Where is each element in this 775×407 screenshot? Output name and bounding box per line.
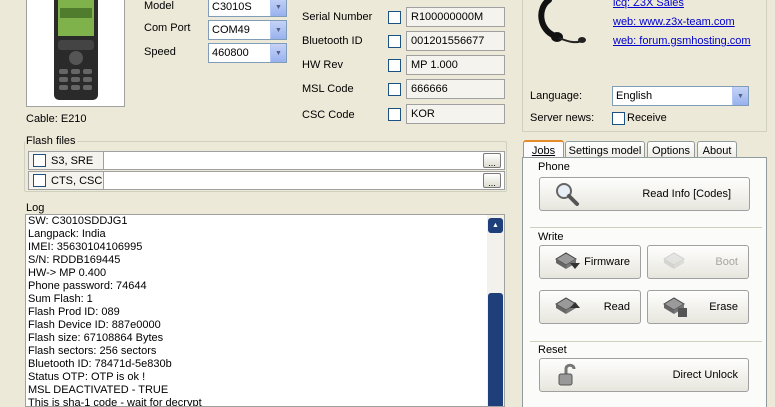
read-info-label: Read Info [Codes]: [642, 188, 731, 200]
language-select-value: English: [616, 90, 653, 102]
msl-code-field[interactable]: 666666: [406, 79, 505, 99]
read-button[interactable]: Read: [539, 290, 641, 324]
phone-section-title: Phone: [538, 161, 570, 173]
log-title: Log: [25, 202, 46, 214]
forum-link[interactable]: web: forum.gsmhosting.com: [613, 35, 751, 47]
log-line: Bluetooth ID: 78471d-5e830b: [28, 358, 172, 370]
speed-select-value: 460800: [212, 47, 249, 59]
server-news-label: Server news:: [530, 112, 595, 124]
speed-label: Speed: [144, 46, 176, 58]
log-line: Langpack: India: [28, 228, 106, 240]
divider: [530, 227, 762, 228]
flash-file-name: S3, SRE: [29, 152, 104, 169]
log-line: Flash Prod ID: 089: [28, 306, 120, 318]
language-select[interactable]: English ▼: [612, 86, 749, 106]
reset-section-title: Reset: [538, 344, 567, 356]
read-info-button[interactable]: Read Info [Codes]: [539, 177, 750, 211]
direct-unlock-button[interactable]: Direct Unlock: [539, 358, 749, 392]
log-line: Status OTP: OTP is ok !: [28, 371, 146, 383]
flash-file-checkbox[interactable]: [33, 174, 46, 187]
hw-rev-label: HW Rev: [302, 59, 343, 71]
comport-select-value: COM49: [212, 24, 250, 36]
language-label: Language:: [530, 90, 582, 102]
log-line: Flash size: 67108864 Bytes: [28, 332, 164, 344]
csc-code-checkbox[interactable]: [388, 108, 401, 121]
phone-image: [54, 0, 98, 100]
comport-label: Com Port: [144, 22, 191, 34]
flash-file-checkbox[interactable]: [33, 154, 46, 167]
scroll-thumb[interactable]: [488, 293, 503, 406]
model-select[interactable]: C3010S ▼: [208, 0, 287, 17]
log-panel[interactable]: SW: C3010SDDJG1 Langpack: India IMEI: 3563…: [25, 214, 505, 407]
write-section-title: Write: [538, 231, 564, 243]
log-line: IMEI: 35630104106995: [28, 241, 143, 253]
flash-file-label: CTS, CSC: [51, 174, 103, 187]
log-line: Sum Flash: 1: [28, 293, 93, 305]
comport-select[interactable]: COM49 ▼: [208, 20, 287, 40]
phone-image-box: [26, 0, 125, 107]
log-text: SW: C3010SDDJG1 Langpack: India IMEI: 3563…: [26, 215, 504, 407]
cable-label: Cable: E210: [26, 113, 87, 125]
firmware-button[interactable]: Firmware: [539, 245, 641, 279]
flash-file-row: S3, SRE ...: [28, 151, 505, 170]
log-line: HW-> MP 0.400: [28, 267, 107, 279]
read-chip-icon: [552, 294, 582, 320]
headset-logo-icon: [535, 0, 587, 48]
boot-label: Boot: [715, 256, 738, 268]
erase-chip-icon: [660, 294, 690, 320]
divider: [530, 341, 762, 342]
padlock-icon: [552, 362, 582, 388]
write-chip-icon: [552, 249, 582, 275]
magnifier-icon: [552, 181, 582, 207]
model-label: Model: [144, 0, 174, 12]
chevron-down-icon[interactable]: ▼: [270, 0, 286, 16]
scroll-up-icon[interactable]: ▲: [488, 218, 503, 233]
boot-chip-icon: [660, 249, 690, 275]
bluetooth-id-label: Bluetooth ID: [302, 35, 363, 47]
msl-code-label: MSL Code: [302, 83, 354, 95]
log-line: MSL DEACTIVATED - TRUE: [28, 384, 169, 396]
log-line: Phone password: 74644: [28, 280, 147, 292]
erase-label: Erase: [709, 301, 738, 313]
browse-button[interactable]: ...: [483, 173, 501, 188]
csc-code-field[interactable]: KOR: [406, 104, 505, 124]
website-link[interactable]: web: www.z3x-team.com: [613, 16, 735, 28]
firmware-label: Firmware: [584, 256, 630, 268]
model-select-value: C3010S: [212, 1, 252, 13]
flash-file-row: CTS, CSC ...: [28, 171, 505, 190]
direct-unlock-label: Direct Unlock: [672, 369, 738, 381]
speed-select[interactable]: 460800 ▼: [208, 43, 287, 63]
boot-button[interactable]: Boot: [647, 245, 749, 279]
bluetooth-id-field[interactable]: 001201556677: [406, 31, 505, 51]
browse-button[interactable]: ...: [483, 153, 501, 168]
log-line: Flash Device ID: 887e0000: [28, 319, 161, 331]
receive-news-checkbox[interactable]: [612, 112, 625, 125]
log-line: S/N: RDDB169445: [28, 254, 121, 266]
chevron-down-icon[interactable]: ▼: [270, 44, 286, 62]
serial-number-checkbox[interactable]: [388, 11, 401, 24]
tab-jobs-label: Jobs: [531, 145, 556, 157]
log-scrollbar[interactable]: ▲: [487, 215, 504, 406]
bluetooth-id-checkbox[interactable]: [388, 35, 401, 48]
msl-code-checkbox[interactable]: [388, 83, 401, 96]
icq-link[interactable]: icq: Z3X Sales: [613, 0, 684, 9]
log-line: SW: C3010SDDJG1: [28, 215, 128, 227]
flash-file-label: S3, SRE: [51, 154, 94, 167]
flash-files-title: Flash files: [25, 135, 77, 147]
log-line: Flash sectors: 256 sectors: [28, 345, 157, 357]
chevron-down-icon[interactable]: ▼: [270, 21, 286, 39]
serial-number-field[interactable]: R100000000M: [406, 7, 505, 27]
serial-number-label: Serial Number: [302, 11, 373, 23]
flash-file-name: CTS, CSC: [29, 172, 104, 189]
receive-news-label: Receive: [627, 112, 667, 124]
erase-button[interactable]: Erase: [647, 290, 749, 324]
csc-code-label: CSC Code: [302, 109, 355, 121]
hw-rev-checkbox[interactable]: [388, 59, 401, 72]
hw-rev-field[interactable]: MP 1.000: [406, 55, 505, 75]
log-line: This is sha-1 code - wait for decrypt: [28, 397, 202, 407]
chevron-down-icon[interactable]: ▼: [732, 87, 748, 105]
read-label: Read: [603, 301, 630, 313]
